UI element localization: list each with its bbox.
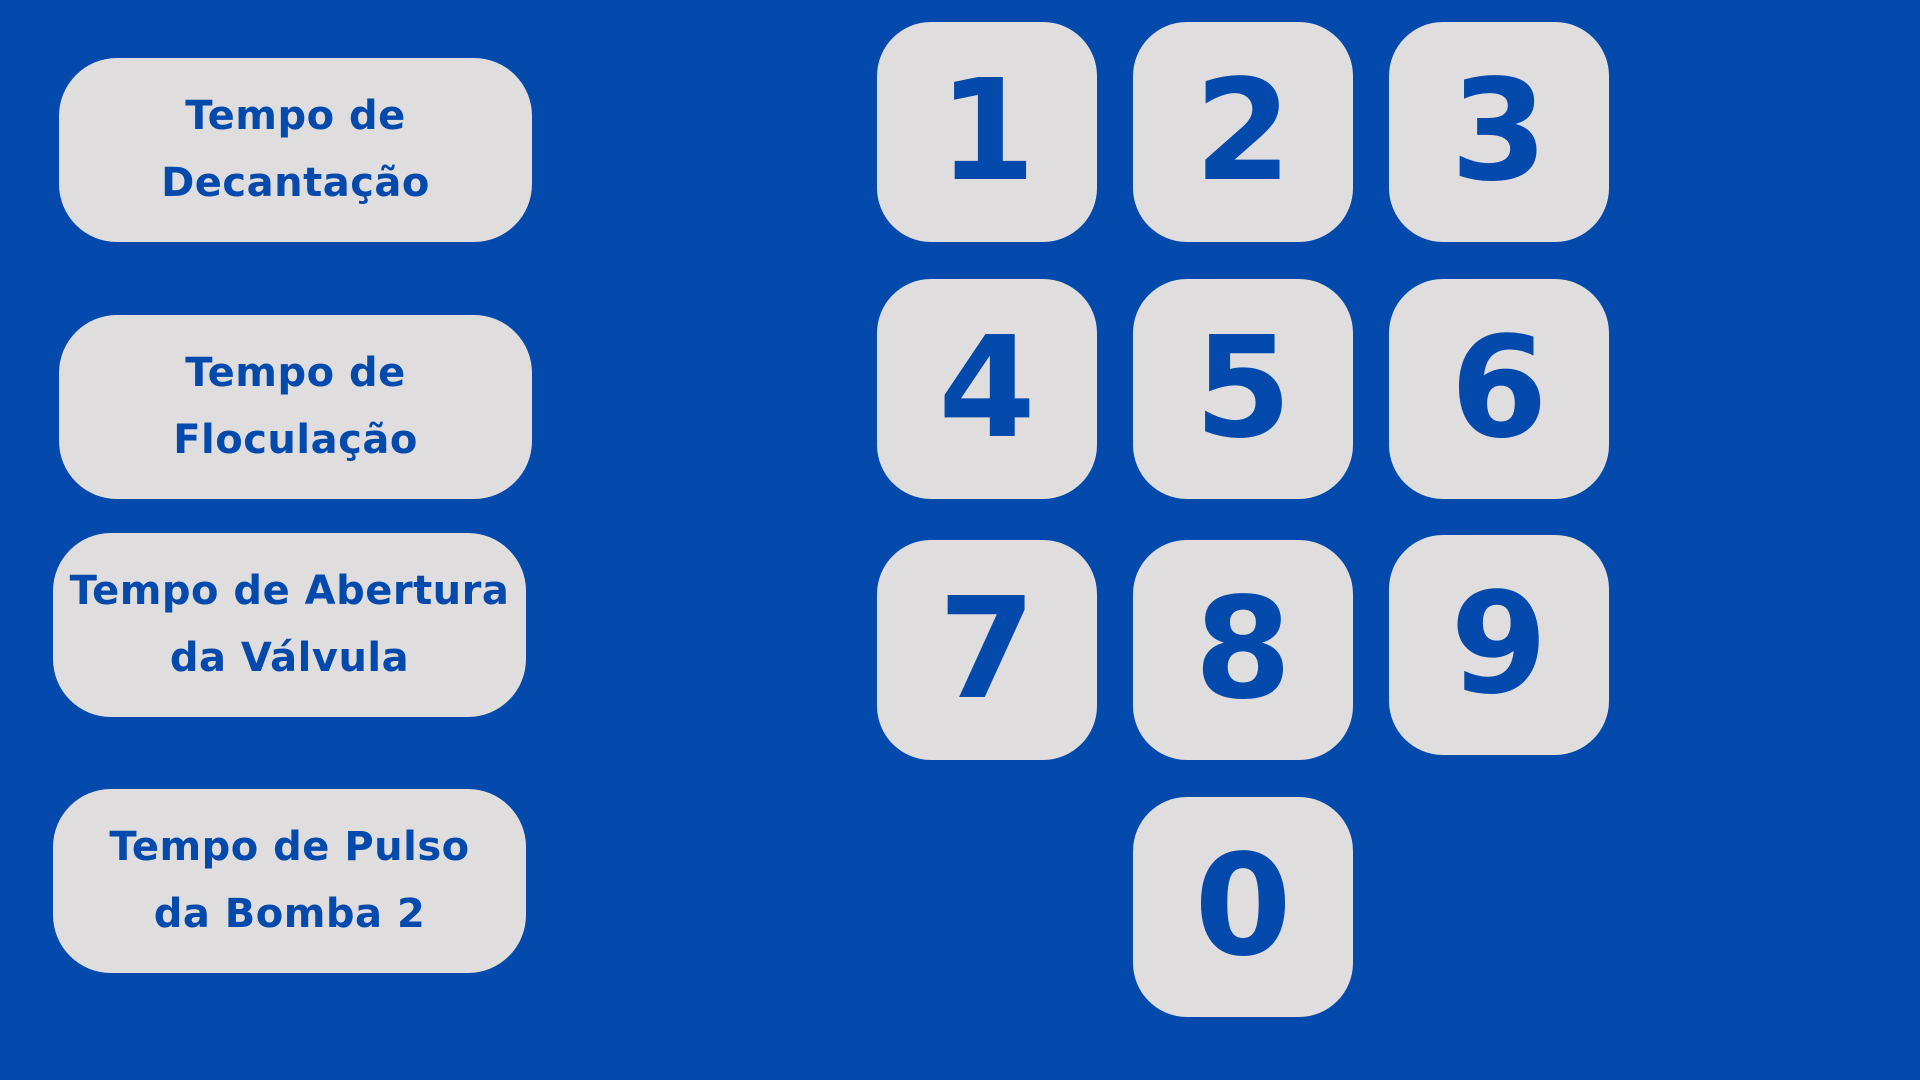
tempo-de-pulso-line2: da Bomba 2 xyxy=(153,891,426,937)
tempo-de-pulso-da-bomba-2-button[interactable]: Tempo de Pulso da Bomba 2 xyxy=(53,789,526,973)
tempo-de-floculacao-button[interactable]: Tempo de Floculação xyxy=(59,315,532,499)
keypad-screen: { "theme": { "background": "#034aac", "b… xyxy=(0,0,1920,1080)
tempo-de-pulso-line1: Tempo de Pulso xyxy=(109,824,470,870)
key-1[interactable]: 1 xyxy=(877,22,1097,242)
tempo-de-floculacao-line2: Floculação xyxy=(173,417,418,463)
tempo-de-abertura-da-valvula-button[interactable]: Tempo de Abertura da Válvula xyxy=(53,533,526,717)
tempo-de-decantacao-line1: Tempo de xyxy=(185,93,406,139)
key-9[interactable]: 9 xyxy=(1389,535,1609,755)
key-5[interactable]: 5 xyxy=(1133,279,1353,499)
key-4[interactable]: 4 xyxy=(877,279,1097,499)
key-3[interactable]: 3 xyxy=(1389,22,1609,242)
tempo-de-decantacao-button[interactable]: Tempo de Decantação xyxy=(59,58,532,242)
tempo-de-floculacao-line1: Tempo de xyxy=(185,350,406,396)
key-0[interactable]: 0 xyxy=(1133,797,1353,1017)
key-6[interactable]: 6 xyxy=(1389,279,1609,499)
tempo-de-abertura-line1: Tempo de Abertura xyxy=(69,568,510,614)
key-8[interactable]: 8 xyxy=(1133,540,1353,760)
tempo-de-abertura-line2: da Válvula xyxy=(169,635,410,681)
tempo-de-decantacao-line2: Decantação xyxy=(161,160,430,206)
key-2[interactable]: 2 xyxy=(1133,22,1353,242)
key-7[interactable]: 7 xyxy=(877,540,1097,760)
